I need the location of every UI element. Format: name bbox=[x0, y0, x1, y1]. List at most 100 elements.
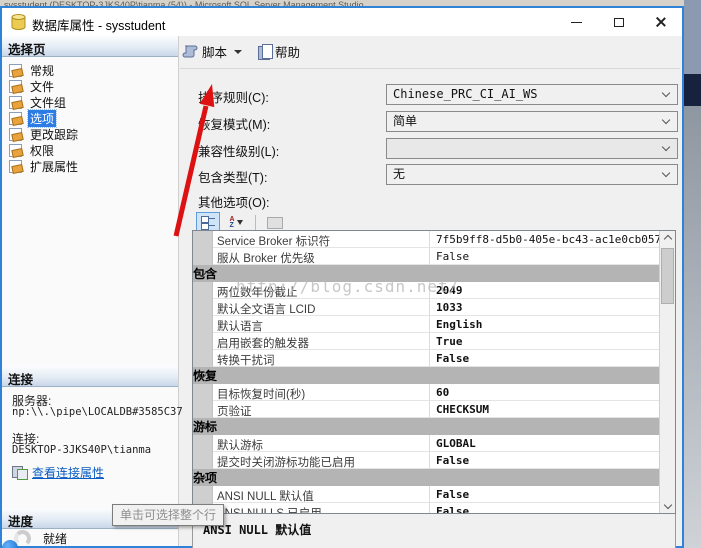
property-value[interactable]: GLOBAL bbox=[430, 435, 659, 452]
recovery-model-value: 简单 bbox=[393, 114, 417, 128]
property-page-icon bbox=[9, 64, 23, 76]
script-dropdown-icon[interactable] bbox=[234, 50, 242, 54]
property-value[interactable]: CHECKSUM bbox=[430, 401, 659, 418]
property-row[interactable]: 默认语言English bbox=[193, 316, 659, 333]
row-margin bbox=[193, 452, 213, 469]
sidebar-item-label: 文件 bbox=[28, 78, 56, 95]
property-value[interactable]: 1033 bbox=[430, 299, 659, 316]
property-page-icon bbox=[9, 80, 23, 92]
property-value[interactable]: English bbox=[430, 316, 659, 333]
property-name: ANSI NULL 默认值 bbox=[213, 486, 430, 503]
chevron-down-icon bbox=[662, 89, 670, 97]
maximize-button[interactable] bbox=[602, 8, 636, 36]
property-page-icon bbox=[9, 112, 23, 124]
chevron-down-icon bbox=[662, 169, 670, 177]
sidebar-item-权限[interactable]: 权限 bbox=[2, 142, 178, 158]
property-value[interactable]: False bbox=[430, 486, 659, 503]
scroll-up-button[interactable] bbox=[660, 231, 675, 247]
progress-status: 就绪 bbox=[43, 530, 67, 547]
sidebar-item-文件组[interactable]: 文件组 bbox=[2, 94, 178, 110]
property-row[interactable]: 提交时关闭游标功能已启用False bbox=[193, 452, 659, 469]
row-margin bbox=[193, 282, 213, 299]
property-row[interactable]: 页验证CHECKSUM bbox=[193, 401, 659, 418]
property-category-row[interactable]: 恢复 bbox=[193, 367, 659, 384]
close-button[interactable] bbox=[644, 8, 678, 36]
sidebar-item-label: 更改跟踪 bbox=[28, 126, 80, 143]
sidebar-item-文件[interactable]: 文件 bbox=[2, 78, 178, 94]
property-value[interactable]: 2049 bbox=[430, 282, 659, 299]
scrollbar-thumb[interactable] bbox=[661, 248, 674, 304]
compatibility-level-select[interactable] bbox=[386, 138, 678, 159]
sidebar-item-选项[interactable]: 选项 bbox=[2, 110, 178, 126]
row-margin bbox=[193, 231, 213, 248]
page-list: 常规文件文件组选项更改跟踪权限扩展属性 bbox=[2, 62, 178, 174]
property-category-row[interactable]: 游标 bbox=[193, 418, 659, 435]
sidebar-item-扩展属性[interactable]: 扩展属性 bbox=[2, 158, 178, 174]
minimize-button[interactable] bbox=[559, 8, 593, 36]
property-category-row[interactable]: 包含 bbox=[193, 265, 659, 282]
property-value[interactable]: False bbox=[430, 503, 659, 514]
help-label: 帮助 bbox=[275, 42, 300, 61]
row-margin bbox=[193, 316, 213, 333]
property-value[interactable]: False bbox=[430, 452, 659, 469]
property-value[interactable]: 60 bbox=[430, 384, 659, 401]
property-value[interactable]: True bbox=[430, 333, 659, 350]
sidebar-item-label: 扩展属性 bbox=[28, 158, 80, 175]
property-row[interactable]: 启用嵌套的触发器True bbox=[193, 333, 659, 350]
property-row[interactable]: ANSI NULL 默认值False bbox=[193, 486, 659, 503]
property-page-icon bbox=[9, 144, 23, 156]
collation-value: Chinese_PRC_CI_AI_WS bbox=[393, 87, 538, 101]
script-button[interactable]: 脚本 bbox=[182, 42, 242, 61]
property-row[interactable]: 两位数年份截止2049 bbox=[193, 282, 659, 299]
dialog-titlebar[interactable]: 数据库属性 - sysstudent bbox=[2, 8, 682, 36]
recovery-model-label: 恢复模式(M): bbox=[198, 114, 270, 133]
property-row[interactable]: 默认游标GLOBAL bbox=[193, 435, 659, 452]
grid-scrollbar[interactable] bbox=[659, 231, 675, 513]
connection-value: DESKTOP-3JKS40P\tianma bbox=[12, 444, 151, 456]
property-name: 启用嵌套的触发器 bbox=[213, 333, 430, 350]
property-row[interactable]: 服从 Broker 优先级False bbox=[193, 248, 659, 265]
dialog-toolbar: 脚本 帮助 bbox=[182, 42, 300, 61]
property-row[interactable]: 转换干扰词False bbox=[193, 350, 659, 367]
sidebar-item-更改跟踪[interactable]: 更改跟踪 bbox=[2, 126, 178, 142]
connection-header: 连接 bbox=[2, 366, 178, 387]
containment-type-select[interactable]: 无 bbox=[386, 164, 678, 185]
database-properties-dialog: 数据库属性 - sysstudent 选择页 常规文件文件组选项更改跟踪权限扩展… bbox=[0, 6, 684, 548]
scroll-down-button[interactable] bbox=[660, 497, 675, 513]
property-value[interactable]: 7f5b9ff8-d5b0-405e-bc43-ac1e0cb0579b bbox=[430, 231, 659, 248]
property-category-row[interactable]: 杂项 bbox=[193, 469, 659, 486]
toolbar-separator bbox=[255, 215, 256, 231]
minimize-icon bbox=[571, 22, 582, 23]
sidebar-item-label: 文件组 bbox=[28, 94, 68, 111]
sidebar-item-常规[interactable]: 常规 bbox=[2, 62, 178, 78]
chevron-up-icon bbox=[663, 235, 671, 243]
property-name: 转换干扰词 bbox=[213, 350, 430, 367]
server-value: np:\\.\pipe\LOCALDB#3585C37 bbox=[12, 406, 183, 418]
dialog-title: 数据库属性 - sysstudent bbox=[32, 15, 165, 34]
help-icon bbox=[258, 44, 271, 59]
property-row[interactable]: ANSI NULLS 已启用False bbox=[193, 503, 659, 514]
chevron-down-icon bbox=[662, 116, 670, 124]
property-grid: Service Broker 标识符7f5b9ff8-d5b0-405e-bc4… bbox=[192, 230, 676, 514]
close-icon bbox=[655, 16, 667, 28]
row-margin bbox=[193, 486, 213, 503]
sidebar-item-label: 常规 bbox=[28, 62, 56, 79]
toolbar-separator bbox=[180, 68, 680, 69]
collation-select[interactable]: Chinese_PRC_CI_AI_WS bbox=[386, 84, 678, 105]
property-value[interactable]: False bbox=[430, 248, 659, 265]
other-options-label: 其他选项(O): bbox=[198, 192, 270, 211]
property-row[interactable]: Service Broker 标识符7f5b9ff8-d5b0-405e-bc4… bbox=[193, 231, 659, 248]
property-name: 目标恢复时间(秒) bbox=[213, 384, 430, 401]
property-value[interactable]: False bbox=[430, 350, 659, 367]
property-row[interactable]: 目标恢复时间(秒)60 bbox=[193, 384, 659, 401]
property-row[interactable]: 默认全文语言 LCID1033 bbox=[193, 299, 659, 316]
view-connection-properties-link[interactable]: 查看连接属性 bbox=[32, 464, 104, 481]
connection-properties-icon bbox=[12, 466, 27, 479]
property-name: ANSI NULLS 已启用 bbox=[213, 503, 430, 514]
sidebar-item-label: 权限 bbox=[28, 142, 56, 159]
help-button[interactable]: 帮助 bbox=[258, 42, 300, 61]
script-label: 脚本 bbox=[202, 42, 227, 61]
property-name: Service Broker 标识符 bbox=[213, 231, 430, 248]
recovery-model-select[interactable]: 简单 bbox=[386, 111, 678, 132]
row-margin bbox=[193, 299, 213, 316]
